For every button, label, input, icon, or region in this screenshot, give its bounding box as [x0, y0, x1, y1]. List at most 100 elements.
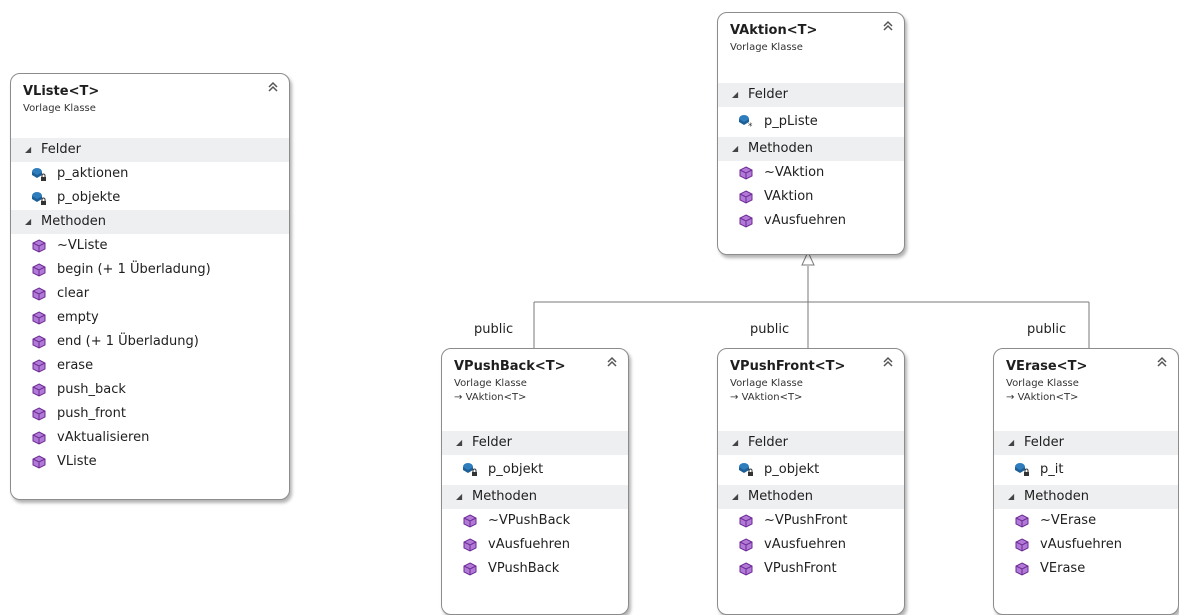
inherit-arrow-icon: →	[730, 392, 739, 403]
method-item[interactable]: vAktualisieren	[11, 426, 289, 450]
collapse-triangle-icon: ◢	[732, 438, 739, 447]
method-item[interactable]: VAktion	[718, 185, 904, 209]
method-item[interactable]: push_back	[11, 378, 289, 402]
collapse-triangle-icon: ◢	[1008, 438, 1015, 447]
field-item[interactable]: p_objekt	[718, 455, 904, 485]
collapse-triangle-icon: ◢	[25, 145, 32, 154]
section-header-felder[interactable]: ◢ Felder	[718, 431, 904, 455]
method-cube-icon	[739, 514, 753, 528]
method-item[interactable]: ~VPushFront	[718, 509, 904, 533]
class-box-vpushfront[interactable]: VPushFront<T> Vorlage Klasse → VAktion<T…	[717, 348, 905, 615]
method-item[interactable]: VListe	[11, 450, 289, 474]
connector-label-vpushback: public	[474, 322, 514, 337]
method-cube-icon	[32, 239, 46, 253]
field-private-lock-icon	[1015, 463, 1029, 476]
method-cube-icon	[32, 431, 46, 445]
field-item[interactable]: p_objekte	[11, 186, 289, 210]
collapse-triangle-icon: ◢	[1008, 492, 1015, 501]
base-class-reference: → VAktion<T>	[454, 392, 527, 403]
method-item[interactable]: VErase	[994, 557, 1178, 581]
method-cube-icon	[32, 359, 46, 373]
class-header[interactable]: VListe<T> Vorlage Klasse	[11, 74, 289, 138]
collapse-triangle-icon: ◢	[732, 492, 739, 501]
section-header-methoden[interactable]: ◢ Methoden	[718, 137, 904, 161]
collapse-triangle-icon: ◢	[25, 217, 32, 226]
method-cube-icon	[32, 383, 46, 397]
method-item[interactable]: push_front	[11, 402, 289, 426]
collapse-triangle-icon: ◢	[732, 90, 739, 99]
method-item[interactable]: ~VAktion	[718, 161, 904, 185]
class-stereotype: Vorlage Klasse	[454, 378, 527, 389]
class-box-vaktion[interactable]: VAktion<T> Vorlage Klasse ◢ Felder * p_pL…	[717, 12, 905, 255]
connector-label-verase: public	[1027, 322, 1067, 337]
method-cube-icon	[739, 214, 753, 228]
section-header-methoden[interactable]: ◢ Methoden	[994, 485, 1178, 509]
method-item[interactable]: begin (+ 1 Überladung)	[11, 258, 289, 282]
field-item[interactable]: p_aktionen	[11, 162, 289, 186]
class-box-verase[interactable]: VErase<T> Vorlage Klasse → VAktion<T> ◢ F…	[993, 348, 1179, 615]
class-stereotype: Vorlage Klasse	[23, 103, 96, 114]
method-item[interactable]: ~VPushBack	[442, 509, 628, 533]
method-cube-icon	[463, 562, 477, 576]
section-header-felder[interactable]: ◢ Felder	[718, 83, 904, 107]
section-header-methoden[interactable]: ◢ Methoden	[442, 485, 628, 509]
field-item[interactable]: p_objekt	[442, 455, 628, 485]
method-item[interactable]: empty	[11, 306, 289, 330]
class-header[interactable]: VPushFront<T> Vorlage Klasse → VAktion<T…	[718, 349, 904, 431]
field-item[interactable]: p_it	[994, 455, 1178, 485]
class-header[interactable]: VAktion<T> Vorlage Klasse	[718, 13, 904, 83]
method-item[interactable]: VPushFront	[718, 557, 904, 581]
double-chevron-up-icon[interactable]	[881, 18, 895, 34]
method-item[interactable]: vAusfuehren	[994, 533, 1178, 557]
method-cube-icon	[1015, 514, 1029, 528]
method-cube-icon	[32, 407, 46, 421]
class-title: VAktion<T>	[730, 23, 818, 38]
section-header-felder[interactable]: ◢ Felder	[994, 431, 1178, 455]
base-class-reference: → VAktion<T>	[1006, 392, 1079, 403]
double-chevron-up-icon[interactable]	[881, 354, 895, 370]
method-cube-icon	[1015, 538, 1029, 552]
method-item[interactable]: end (+ 1 Überladung)	[11, 330, 289, 354]
method-item[interactable]: vAusfuehren	[442, 533, 628, 557]
method-item[interactable]: VPushBack	[442, 557, 628, 581]
inherit-arrow-icon: →	[454, 392, 463, 403]
class-stereotype: Vorlage Klasse	[730, 378, 803, 389]
class-box-vpushback[interactable]: VPushBack<T> Vorlage Klasse → VAktion<T>…	[441, 348, 629, 615]
double-chevron-up-icon[interactable]	[266, 79, 280, 95]
class-title: VListe<T>	[23, 84, 100, 99]
method-item[interactable]: ~VListe	[11, 234, 289, 258]
class-header[interactable]: VPushBack<T> Vorlage Klasse → VAktion<T>	[442, 349, 628, 431]
section-header-felder[interactable]: ◢ Felder	[11, 138, 289, 162]
field-protected-star-icon: *	[739, 115, 753, 129]
field-private-lock-icon	[32, 192, 46, 205]
method-cube-icon	[32, 311, 46, 325]
collapse-triangle-icon: ◢	[732, 144, 739, 153]
method-cube-icon	[32, 263, 46, 277]
connector-label-vpushfront: public	[750, 322, 790, 337]
section-header-felder[interactable]: ◢ Felder	[442, 431, 628, 455]
method-item[interactable]: clear	[11, 282, 289, 306]
collapse-triangle-icon: ◢	[456, 492, 463, 501]
field-item[interactable]: * p_pListe	[718, 107, 904, 137]
class-title: VPushBack<T>	[454, 359, 566, 374]
double-chevron-up-icon[interactable]	[605, 354, 619, 370]
double-chevron-up-icon[interactable]	[1155, 354, 1169, 370]
method-cube-icon	[32, 335, 46, 349]
method-item[interactable]: erase	[11, 354, 289, 378]
inherit-arrow-icon: →	[1006, 392, 1015, 403]
section-header-methoden[interactable]: ◢ Methoden	[11, 210, 289, 234]
method-cube-icon	[1015, 562, 1029, 576]
method-item[interactable]: vAusfuehren	[718, 533, 904, 557]
field-private-lock-icon	[32, 168, 46, 181]
method-cube-icon	[739, 562, 753, 576]
class-stereotype: Vorlage Klasse	[1006, 378, 1079, 389]
collapse-triangle-icon: ◢	[456, 438, 463, 447]
section-header-methoden[interactable]: ◢ Methoden	[718, 485, 904, 509]
method-cube-icon	[463, 538, 477, 552]
method-item[interactable]: vAusfuehren	[718, 209, 904, 233]
class-box-vliste[interactable]: VListe<T> Vorlage Klasse ◢ Felder p_aktio…	[10, 73, 290, 500]
base-class-reference: → VAktion<T>	[730, 392, 803, 403]
method-item[interactable]: ~VErase	[994, 509, 1178, 533]
method-cube-icon	[32, 455, 46, 469]
class-header[interactable]: VErase<T> Vorlage Klasse → VAktion<T>	[994, 349, 1178, 431]
